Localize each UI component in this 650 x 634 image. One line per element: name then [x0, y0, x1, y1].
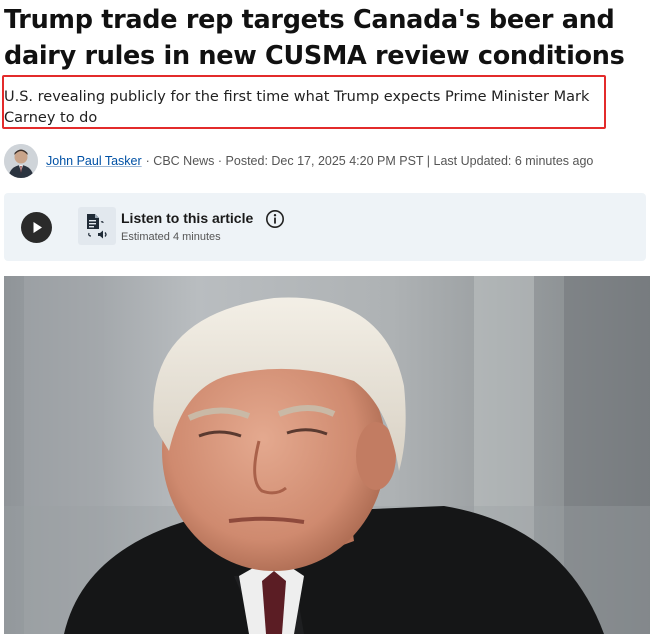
play-button[interactable] — [21, 212, 52, 243]
headline: Trump trade rep targets Canada's beer an… — [4, 5, 625, 71]
article-photo — [4, 276, 650, 634]
author-link[interactable]: John Paul Tasker — [46, 154, 142, 168]
info-icon[interactable] — [265, 209, 285, 229]
byline: John Paul Tasker · CBC News · Posted: De… — [4, 143, 644, 179]
author-avatar[interactable] — [4, 144, 38, 178]
listen-duration: Estimated 4 minutes — [121, 231, 221, 243]
listen-title[interactable]: Listen to this article — [121, 210, 253, 226]
play-icon — [33, 222, 42, 233]
byline-meta: · CBC News · Posted: Dec 17, 2025 4:20 P… — [145, 154, 594, 168]
listen-panel: Listen to this article Estimated 4 minut… — [4, 193, 646, 261]
subheadline: U.S. revealing publicly for the first ti… — [4, 89, 590, 126]
text-to-speech-icon — [78, 207, 116, 245]
